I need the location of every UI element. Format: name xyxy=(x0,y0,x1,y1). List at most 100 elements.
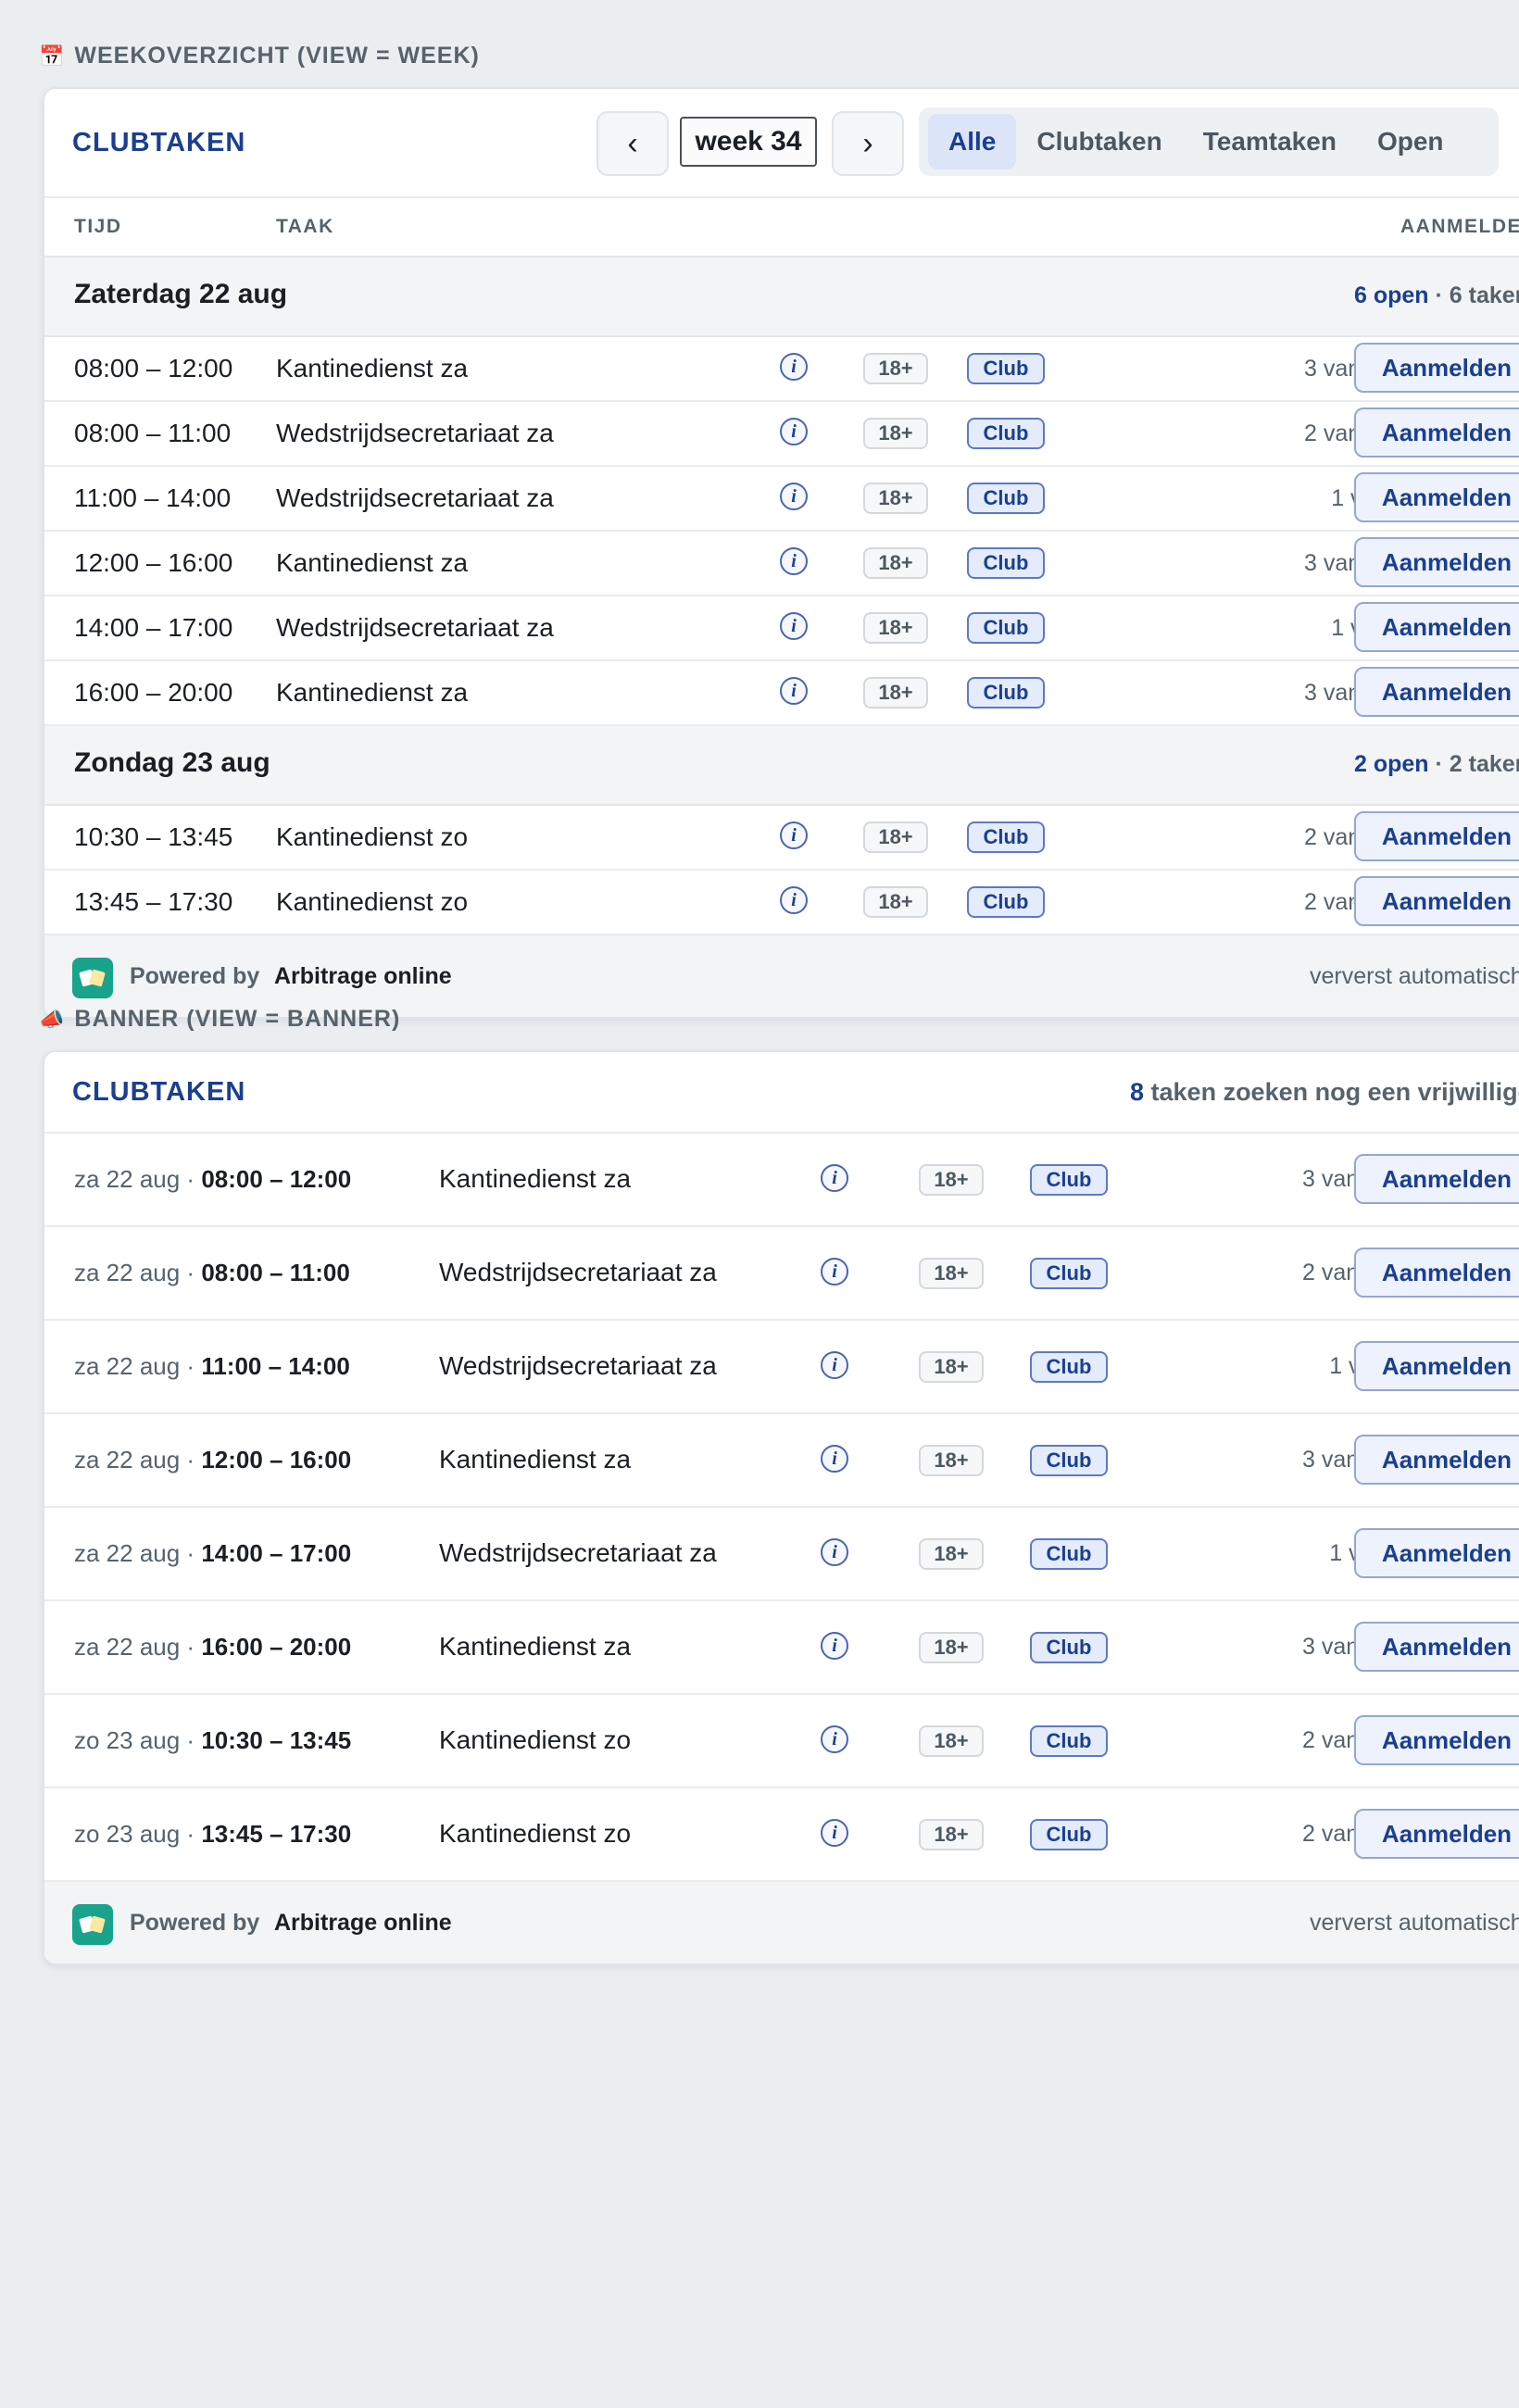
info-icon[interactable]: i xyxy=(780,821,808,849)
day-header: Zaterdag 22 aug 6 open · 6 taken xyxy=(44,257,1519,337)
type-badge: Club xyxy=(967,677,1045,709)
task-time: 16:00 – 20:00 xyxy=(74,678,233,707)
age-badge: 18+ xyxy=(863,483,928,514)
filter-tab-teamtaken[interactable]: Teamtaken xyxy=(1183,114,1357,169)
task-name: Wedstrijdsecretariaat za xyxy=(276,483,554,512)
filter-tab-alle[interactable]: Alle xyxy=(928,114,1017,169)
age-badge: 18+ xyxy=(863,612,928,644)
age-badge: 18+ xyxy=(919,1258,984,1289)
signup-button[interactable]: Aanmelden xyxy=(1354,1622,1519,1672)
task-date-time: za 22 aug · 16:00 – 20:00 xyxy=(74,1633,351,1662)
age-badge: 18+ xyxy=(919,1445,984,1476)
info-icon[interactable]: i xyxy=(780,483,808,510)
powered-by-link[interactable]: Arbitrage online xyxy=(274,963,452,990)
task-row: zo 23 aug · 10:30 – 13:45 Kantinedienst z… xyxy=(44,1695,1519,1788)
task-row: zo 23 aug · 13:45 – 17:30 Kantinedienst z… xyxy=(44,1788,1519,1882)
info-icon[interactable]: i xyxy=(780,677,808,705)
widget-brand: CLUBTAKEN xyxy=(72,1076,246,1107)
signup-button[interactable]: Aanmelden xyxy=(1354,1528,1519,1578)
info-icon[interactable]: i xyxy=(780,886,808,914)
task-row: za 22 aug · 12:00 – 16:00 Kantinedienst z… xyxy=(44,1414,1519,1508)
filter-tab-clubtaken[interactable]: Clubtaken xyxy=(1016,114,1182,169)
type-badge: Club xyxy=(1030,1819,1108,1850)
info-icon[interactable]: i xyxy=(821,1632,848,1660)
signup-button[interactable]: Aanmelden xyxy=(1354,667,1519,717)
info-icon[interactable]: i xyxy=(821,1819,848,1847)
task-date: za 22 aug · xyxy=(74,1633,202,1661)
task-row: 08:00 – 12:00 Kantinedienst za i 18+ Club 3 v… xyxy=(44,337,1519,402)
age-badge: 18+ xyxy=(863,418,928,449)
signup-button[interactable]: Aanmelden xyxy=(1354,1809,1519,1859)
signup-button[interactable]: Aanmelden xyxy=(1354,537,1519,587)
type-badge: Club xyxy=(967,886,1045,918)
week-section-label: 📅 WEEKOVERZICHT (VIEW = WEEK) xyxy=(39,43,480,69)
task-time: 13:45 – 17:30 xyxy=(74,887,233,916)
signup-button[interactable]: Aanmelden xyxy=(1354,1435,1519,1485)
signup-button[interactable]: Aanmelden xyxy=(1354,472,1519,522)
task-row: za 22 aug · 08:00 – 11:00 Wedstrijdsecret… xyxy=(44,1227,1519,1321)
task-date-time: za 22 aug · 08:00 – 11:00 xyxy=(74,1259,350,1287)
info-icon[interactable]: i xyxy=(821,1351,848,1379)
task-row: za 22 aug · 16:00 – 20:00 Kantinedienst z… xyxy=(44,1601,1519,1695)
age-badge: 18+ xyxy=(919,1164,984,1196)
info-icon[interactable]: i xyxy=(821,1258,848,1286)
week-widget: CLUBTAKEN ‹ week 34 › Alle Clubtaken Teamt… xyxy=(43,87,1519,1019)
info-icon[interactable]: i xyxy=(821,1164,848,1192)
type-badge: Club xyxy=(1030,1538,1108,1570)
type-badge: Club xyxy=(1030,1725,1108,1757)
signup-button[interactable]: Aanmelden xyxy=(1354,602,1519,652)
arbitrage-logo-icon xyxy=(72,958,113,998)
open-tasks-count: 8 taken zoeken nog een vrijwilliger xyxy=(1130,1078,1519,1107)
day-task-count: · 6 taken xyxy=(1435,282,1519,308)
info-icon[interactable]: i xyxy=(780,547,808,575)
task-date: za 22 aug · xyxy=(74,1165,202,1193)
signup-button[interactable]: Aanmelden xyxy=(1354,1248,1519,1298)
week-label: week 34 xyxy=(680,117,817,167)
column-headers: TIJD TAAK AANMELDEN xyxy=(44,198,1519,257)
task-row: 12:00 – 16:00 Kantinedienst za i 18+ Club 3 v… xyxy=(44,532,1519,596)
age-badge: 18+ xyxy=(919,1819,984,1850)
day-open-count: 6 open xyxy=(1354,282,1429,308)
signup-button[interactable]: Aanmelden xyxy=(1354,811,1519,861)
week-section-label-text: WEEKOVERZICHT (VIEW = WEEK) xyxy=(74,43,480,69)
info-icon[interactable]: i xyxy=(821,1445,848,1473)
task-date: za 22 aug · xyxy=(74,1539,202,1567)
signup-button[interactable]: Aanmelden xyxy=(1354,343,1519,393)
day-summary: 6 open · 6 taken xyxy=(1354,282,1519,309)
task-time: 10:30 – 13:45 xyxy=(201,1726,352,1754)
task-date: za 22 aug · xyxy=(74,1259,202,1286)
task-row: 16:00 – 20:00 Kantinedienst za i 18+ Club 3 v… xyxy=(44,661,1519,726)
task-date: za 22 aug · xyxy=(74,1352,202,1380)
banner-section-label-text: BANNER (VIEW = BANNER) xyxy=(74,1006,401,1032)
task-name: Wedstrijdsecretariaat za xyxy=(439,1538,717,1567)
task-name: Wedstrijdsecretariaat za xyxy=(276,419,554,447)
task-name: Kantinedienst za xyxy=(439,1445,632,1474)
task-date-time: zo 23 aug · 10:30 – 13:45 xyxy=(74,1726,351,1755)
arbitrage-logo-icon xyxy=(72,1904,113,1945)
banner-widget-footer: Powered by Arbitrage online ververst aut… xyxy=(44,1882,1519,1963)
signup-button[interactable]: Aanmelden xyxy=(1354,1154,1519,1204)
task-row: 14:00 – 17:00 Wedstrijdsecretariaat za i 18… xyxy=(44,596,1519,661)
signup-button[interactable]: Aanmelden xyxy=(1354,876,1519,926)
age-badge: 18+ xyxy=(919,1632,984,1663)
task-row: 10:30 – 13:45 Kantinedienst zo i 18+ Club 2 v… xyxy=(44,806,1519,871)
info-icon[interactable]: i xyxy=(780,418,808,445)
signup-button[interactable]: Aanmelden xyxy=(1354,1341,1519,1391)
signup-button[interactable]: Aanmelden xyxy=(1354,408,1519,458)
info-icon[interactable]: i xyxy=(780,612,808,640)
day-open-count: 2 open xyxy=(1354,751,1429,777)
filter-tab-open[interactable]: Open xyxy=(1357,114,1464,169)
task-row: 11:00 – 14:00 Wedstrijdsecretariaat za i 18… xyxy=(44,467,1519,532)
powered-by-link[interactable]: Arbitrage online xyxy=(274,1910,452,1937)
signup-button[interactable]: Aanmelden xyxy=(1354,1715,1519,1765)
info-icon[interactable]: i xyxy=(780,353,808,381)
age-badge: 18+ xyxy=(919,1351,984,1383)
info-icon[interactable]: i xyxy=(821,1725,848,1753)
next-week-button[interactable]: › xyxy=(832,111,904,176)
info-icon[interactable]: i xyxy=(821,1538,848,1566)
task-name: Wedstrijdsecretariaat za xyxy=(276,613,554,642)
open-tasks-number: 8 xyxy=(1130,1077,1145,1106)
task-time: 11:00 – 14:00 xyxy=(74,483,232,512)
day-title: Zondag 23 aug xyxy=(74,747,270,778)
prev-week-button[interactable]: ‹ xyxy=(596,111,669,176)
